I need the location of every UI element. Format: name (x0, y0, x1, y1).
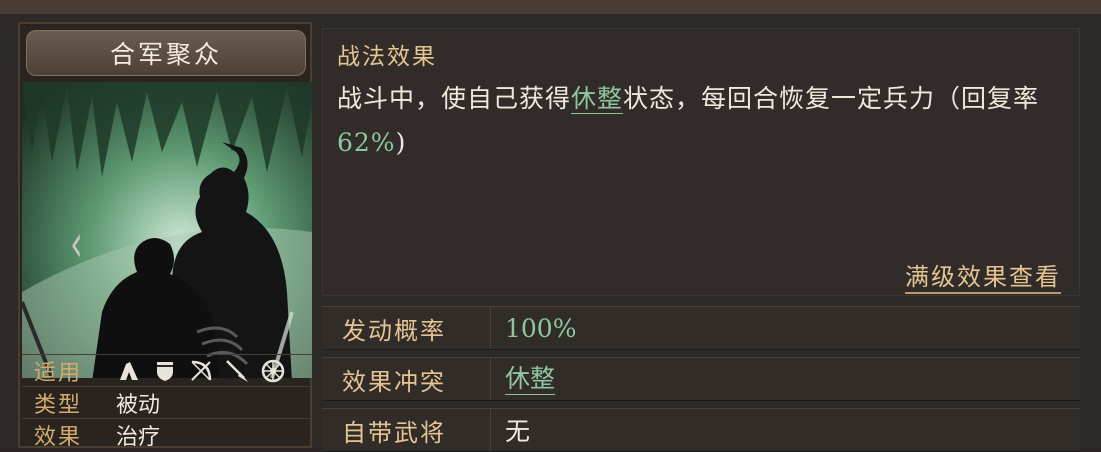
type-value: 被动 (116, 393, 161, 418)
bow-icon (191, 360, 212, 381)
innate-general-label: 自带武将 (322, 409, 491, 451)
recovery-rate: 62% (337, 128, 396, 157)
effect-title: 战法效果 (337, 44, 437, 70)
innate-general-row: 自带武将 无 (322, 408, 1080, 452)
shield-icon (157, 362, 173, 381)
effect-panel: 战法效果 战斗中，使自己获得休整状态，每回合恢复一定兵力（回复率 62%) 满级效… (322, 28, 1080, 296)
meta-row-effect: 效果 治疗 (22, 418, 312, 451)
effect-description: 战斗中，使自己获得休整状态，每回合恢复一定兵力（回复率 62%) (337, 77, 1067, 165)
effect-type-value: 治疗 (116, 425, 161, 450)
effect-type-label: 效果 (34, 425, 83, 450)
effect-conflict-label: 效果冲突 (322, 358, 491, 400)
type-label: 类型 (34, 393, 83, 418)
applicable-label: 适用 (34, 361, 83, 386)
trigger-rate-row: 发动概率 100% (322, 306, 1080, 350)
desc-prefix: 战斗中，使自己获得 (337, 84, 572, 113)
top-bar (0, 0, 1101, 14)
trigger-rate-label: 发动概率 (322, 307, 491, 349)
max-level-effect-link[interactable]: 满级效果查看 (905, 257, 1061, 294)
innate-general-value: 无 (505, 417, 531, 446)
wheel-icon (261, 359, 285, 383)
meta-row-applicable: 适用 (22, 354, 312, 387)
spear-icon (226, 360, 248, 382)
cavalry-icon (120, 362, 138, 380)
effect-conflict-row: 效果冲突 休整 (322, 357, 1080, 401)
tactic-artwork (22, 82, 312, 378)
status-keyword-link[interactable]: 休整 (571, 84, 624, 114)
effect-conflict-link[interactable]: 休整 (505, 364, 556, 395)
desc-middle: 状态，每回合恢复一定兵力（回复率 (623, 84, 1040, 113)
trigger-rate-value: 100% (505, 313, 577, 343)
desc-suffix: ) (395, 128, 407, 157)
prev-arrow-icon[interactable]: ‹ (70, 218, 82, 270)
tactic-name: 合军聚众 (26, 30, 306, 76)
tactic-card: 合军聚众 适用 类型 被动 效果 治疗 (18, 22, 312, 451)
meta-row-type: 类型 被动 (22, 386, 312, 419)
unit-type-icons (108, 358, 286, 384)
